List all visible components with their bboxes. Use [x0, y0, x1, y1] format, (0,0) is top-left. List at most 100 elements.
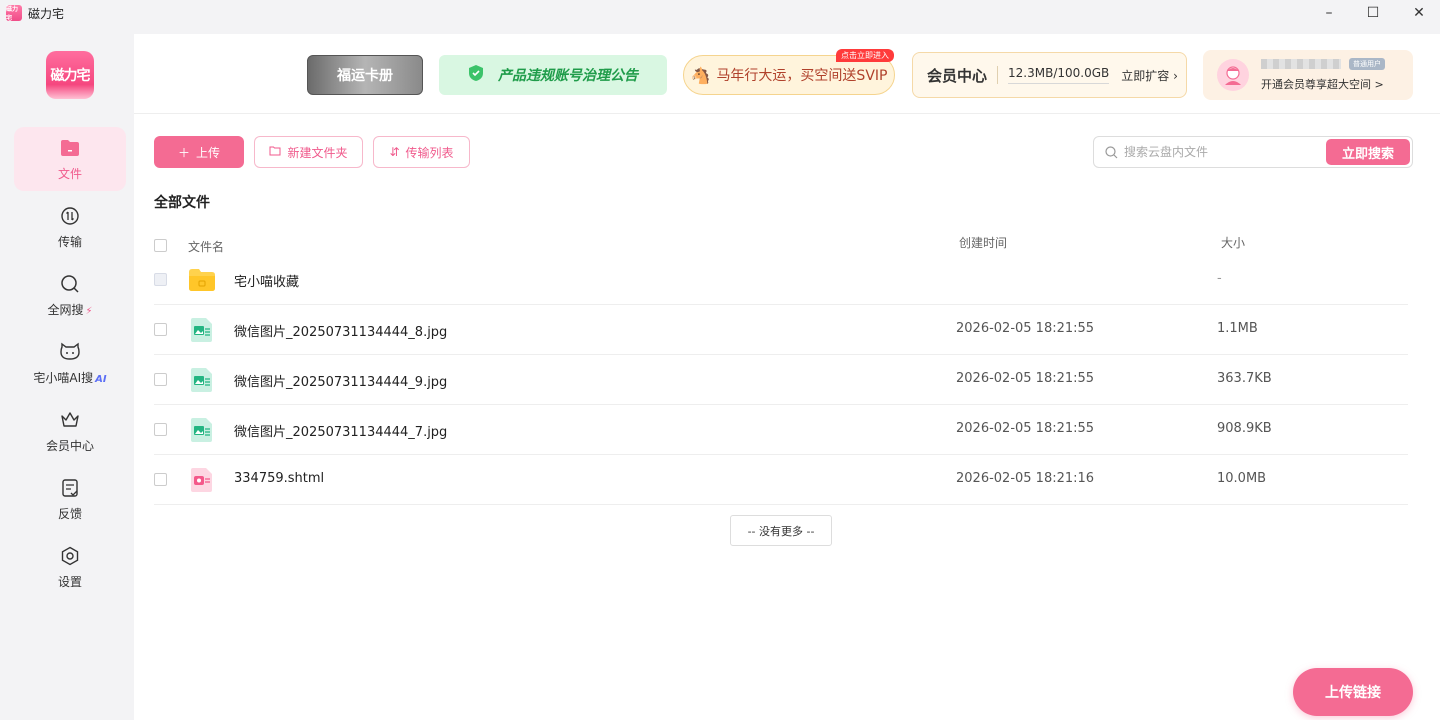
close-button[interactable]: ✕ — [1396, 0, 1440, 26]
table-row[interactable]: 微信图片_20250731134444_8.jpg 2026-02-05 18:… — [154, 305, 1408, 355]
main-panel: 福运卡册 产品违规账号治理公告 点击立即进入 🐴 马年行大运，买空间送SVIP … — [134, 34, 1440, 720]
promo-text: 马年行大运，买空间送SVIP — [716, 68, 888, 84]
sidebar-item-label: 全网搜 ⚡ — [47, 302, 93, 317]
upload-link-button[interactable]: 上传链接 — [1293, 668, 1413, 716]
row-checkbox[interactable] — [154, 423, 167, 436]
window-title: 磁力宅 — [28, 6, 65, 21]
search-icon — [1104, 145, 1118, 159]
maximize-button[interactable]: ☐ — [1350, 0, 1396, 26]
folder-icon — [59, 137, 81, 159]
transfer-list-button[interactable]: ⇵ 传输列表 — [373, 136, 470, 168]
file-name: 宅小喵收藏 — [234, 275, 300, 290]
sidebar-item-label: 传输 — [57, 234, 82, 249]
folder-plus-icon — [269, 145, 281, 159]
file-size: - — [1217, 271, 1222, 286]
sidebar-item-vip-center[interactable]: 会员中心 — [14, 399, 126, 463]
folder-icon — [188, 267, 216, 293]
app-icon: 磁力宅 — [6, 5, 22, 22]
table-row[interactable]: 334759.shtml 2026-02-05 18:21:16 10.0MB — [154, 455, 1408, 505]
title-bar: 磁力宅 磁力宅 – ☐ ✕ — [0, 0, 1440, 26]
transfer-icon — [59, 205, 81, 227]
no-more-indicator: -- 没有更多 -- — [730, 515, 832, 546]
search-button[interactable]: 立即搜索 — [1326, 139, 1410, 165]
transfer-arrows-icon: ⇵ — [389, 145, 400, 159]
vip-title: 会员中心 — [927, 66, 988, 85]
sidebar-item-label: 文件 — [57, 166, 82, 181]
file-created: 2026-02-05 18:21:16 — [956, 471, 1095, 486]
feedback-icon — [59, 477, 81, 499]
row-checkbox[interactable] — [154, 273, 167, 286]
file-name: 微信图片_20250731134444_9.jpg — [234, 375, 448, 390]
row-checkbox[interactable] — [154, 373, 167, 386]
sidebar-item-label: 宅小喵AI搜 AI — [33, 370, 107, 385]
storage-usage: 12.3MB/100.0GB — [1008, 66, 1110, 84]
file-name: 微信图片_20250731134444_7.jpg — [234, 425, 448, 440]
avatar — [1217, 59, 1249, 91]
file-size: 908.9KB — [1217, 421, 1272, 436]
shield-icon — [468, 64, 484, 86]
sidebar-item-files[interactable]: 文件 — [14, 127, 126, 191]
file-size: 1.1MB — [1217, 321, 1258, 336]
image-file-icon — [188, 317, 216, 343]
user-card[interactable]: 普通用户 开通会员尊享超大空间 > — [1203, 50, 1413, 100]
notice-text: 产品违规账号治理公告 — [498, 68, 638, 84]
search-box: 立即搜索 — [1093, 136, 1413, 168]
table-row[interactable]: 微信图片_20250731134444_9.jpg 2026-02-05 18:… — [154, 355, 1408, 405]
sidebar-item-web-search[interactable]: 全网搜 ⚡ — [14, 263, 126, 327]
image-file-icon — [188, 367, 216, 393]
promo-banner[interactable]: 点击立即进入 🐴 马年行大运，买空间送SVIP — [683, 49, 895, 95]
web-file-icon — [188, 467, 216, 493]
user-level-badge: 普通用户 — [1349, 58, 1385, 70]
sidebar-item-label: 会员中心 — [45, 438, 94, 453]
horse-icon: 🐴 — [690, 65, 711, 85]
upload-button[interactable]: ＋ 上传 — [154, 136, 244, 168]
sidebar-item-label: 设置 — [57, 574, 82, 589]
sidebar-item-label: 反馈 — [57, 506, 82, 521]
column-header-name[interactable]: 文件名 — [188, 238, 224, 255]
sidebar-item-ai-search[interactable]: 宅小喵AI搜 AI — [14, 331, 126, 395]
minimize-button[interactable]: – — [1306, 0, 1352, 26]
sidebar: 磁力宅 文件 传输 全网搜 ⚡ 宅小喵AI搜 AI 会员中心 反馈 设置 — [6, 34, 134, 720]
sidebar-item-transfer[interactable]: 传输 — [14, 195, 126, 259]
divider — [997, 66, 999, 84]
row-checkbox[interactable] — [154, 323, 167, 336]
search-icon — [59, 273, 81, 295]
search-input[interactable] — [1124, 145, 1314, 159]
banner-row: 福运卡册 产品违规账号治理公告 点击立即进入 🐴 马年行大运，买空间送SVIP … — [134, 34, 1440, 114]
image-file-icon — [188, 417, 216, 443]
select-all-checkbox[interactable] — [154, 239, 167, 252]
user-name-blurred — [1261, 59, 1341, 69]
file-created: 2026-02-05 18:21:55 — [956, 321, 1095, 336]
column-header-size[interactable]: 大小 — [1221, 234, 1245, 251]
fortune-card-banner[interactable]: 福运卡册 — [307, 55, 423, 95]
page-title: 全部文件 — [154, 195, 210, 211]
crown-icon — [59, 409, 81, 431]
transfer-list-label: 传输列表 — [405, 145, 454, 160]
new-folder-button[interactable]: 新建文件夹 — [254, 136, 363, 168]
lightning-icon: ⚡ — [85, 305, 93, 317]
sidebar-item-feedback[interactable]: 反馈 — [14, 467, 126, 531]
fortune-card-title: 福运卡册 — [337, 68, 393, 84]
file-size: 10.0MB — [1217, 471, 1267, 486]
upload-label: 上传 — [196, 145, 221, 160]
column-header-created[interactable]: 创建时间 — [959, 234, 1007, 251]
vip-center-card[interactable]: 会员中心 12.3MB/100.0GB 立即扩容 › — [912, 52, 1187, 98]
file-name: 334759.shtml — [234, 471, 325, 486]
expand-storage-link[interactable]: 立即扩容 › — [1121, 67, 1178, 84]
open-vip-link[interactable]: 开通会员尊享超大空间 > — [1261, 76, 1385, 92]
plus-icon: ＋ — [177, 145, 190, 160]
row-checkbox[interactable] — [154, 473, 167, 486]
sidebar-item-settings[interactable]: 设置 — [14, 535, 126, 599]
gear-icon — [59, 545, 81, 567]
table-row[interactable]: 宅小喵收藏 - — [154, 255, 1408, 305]
new-folder-label: 新建文件夹 — [287, 145, 348, 160]
promo-tag: 点击立即进入 — [836, 49, 894, 62]
table-row[interactable]: 微信图片_20250731134444_7.jpg 2026-02-05 18:… — [154, 405, 1408, 455]
cat-icon — [59, 341, 81, 363]
file-size: 363.7KB — [1217, 371, 1272, 386]
file-created: 2026-02-05 18:21:55 — [956, 371, 1095, 386]
notice-banner[interactable]: 产品违规账号治理公告 — [439, 55, 667, 95]
app-logo: 磁力宅 — [46, 51, 94, 99]
file-created: 2026-02-05 18:21:55 — [956, 421, 1095, 436]
ai-badge-icon: AI — [95, 373, 107, 385]
